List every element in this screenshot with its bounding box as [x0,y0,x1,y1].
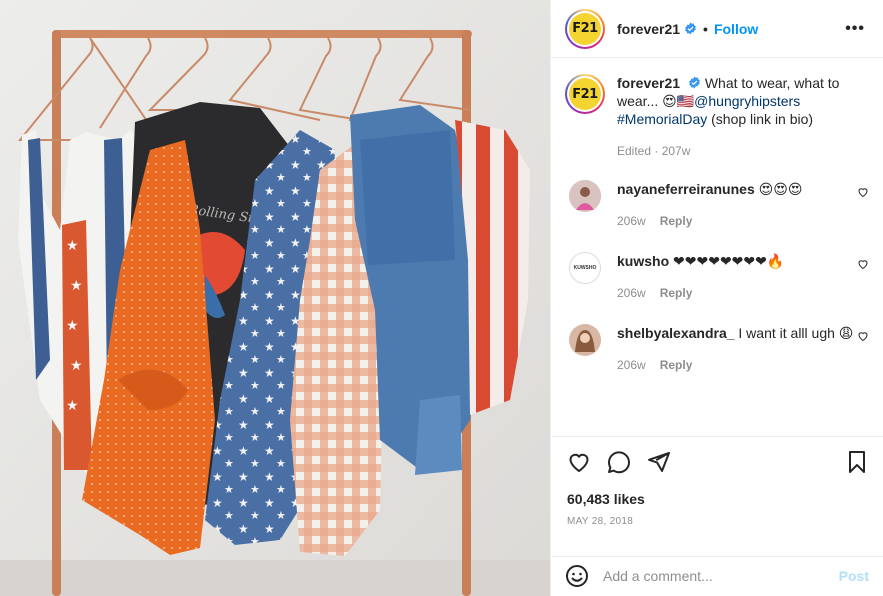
comment-composer: Post [551,556,883,596]
like-comment-heart-icon[interactable] [857,258,869,270]
follow-button[interactable]: Follow [714,21,758,37]
caption-avatar[interactable]: F21 [565,74,605,114]
comment-age[interactable]: 206w [617,214,646,228]
comment-age[interactable]: 206w [617,358,646,372]
like-heart-icon[interactable] [567,450,591,474]
svg-text:★: ★ [66,398,79,414]
reply-button[interactable]: Reply [660,358,693,372]
caption-edited-meta: Edited · 207w [617,144,691,158]
reply-button[interactable]: Reply [660,286,693,300]
post-side-panel: F21 forever21 • Follow ••• F21 forever21 [550,0,883,596]
avatar-logo-text: F21 [572,21,598,36]
caption-emojis: 😍🇺🇸 [662,93,695,109]
caption-hashtag-link[interactable]: #MemorialDay [617,111,707,127]
post-caption: F21 forever21 What to wear, what to wear… [551,58,883,160]
caption-text-after: (shop link in bio) [711,111,814,127]
action-bar [567,450,869,476]
actions-divider [551,436,883,437]
caption-mention-link[interactable]: @hungryhipsters [694,93,800,109]
like-comment-heart-icon[interactable] [857,186,869,198]
svg-text:★: ★ [70,358,83,374]
commenter-avatar[interactable] [569,324,601,356]
clothing-rack-photo: ★ ★ ★ ★ ★ The Rolling Stones [0,0,550,596]
post-image[interactable]: ★ ★ ★ ★ ★ The Rolling Stones [0,0,550,596]
verified-badge-icon [685,22,696,35]
caption-text-block: forever21 What to wear, what to wear... … [617,74,867,160]
like-comment-heart-icon[interactable] [857,330,869,342]
svg-text:★: ★ [66,318,79,334]
commenter-avatar[interactable]: KUWSHO [569,252,601,284]
reply-button[interactable]: Reply [660,214,693,228]
caption-username[interactable]: forever21 [617,75,680,91]
header-username[interactable]: forever21 [617,21,680,37]
save-bookmark-icon[interactable] [845,450,869,474]
caption-avatar-logo-text: F21 [572,86,598,102]
comment-item: shelbyalexandra_ I want it alll ugh 😩 20… [551,324,883,374]
comment-username[interactable]: nayaneferreiranunes [617,181,755,197]
post-comment-button[interactable]: Post [839,568,869,584]
comment-text: I want it alll ugh 😩 [738,325,854,341]
post-dialog: ★ ★ ★ ★ ★ The Rolling Stones F21 forever… [0,0,883,596]
likes-count[interactable]: 60,483 likes [567,491,645,507]
profile-avatar[interactable]: F21 [565,8,605,49]
comment-item: nayaneferreiranunes 😍😍😍 206w Reply [551,180,883,230]
comment-bubble-icon[interactable] [607,450,631,474]
avatar-person-icon [569,324,601,356]
header-separator: • [703,20,708,37]
add-comment-input[interactable] [603,568,823,584]
svg-text:★: ★ [70,278,83,294]
emoji-smiley-icon[interactable] [565,564,589,588]
comment-username[interactable]: kuwsho [617,253,669,269]
comment-item: KUWSHO kuwsho ❤❤❤❤❤❤❤❤🔥 206w Reply [551,252,883,302]
commenter-avatar[interactable] [569,180,601,212]
comment-username[interactable]: shelbyalexandra_ [617,325,735,341]
comment-text: ❤❤❤❤❤❤❤❤🔥 [673,253,785,269]
svg-text:★: ★ [66,238,79,254]
post-date[interactable]: MAY 28, 2018 [567,516,633,527]
avatar-text: KUWSHO [573,265,597,271]
post-header: F21 forever21 • Follow ••• [551,0,883,58]
more-options-icon[interactable]: ••• [845,20,865,38]
avatar-person-icon [569,180,601,212]
comment-text: 😍😍😍 [758,181,803,197]
share-paper-plane-icon[interactable] [647,450,671,474]
caption-verified-icon [689,76,700,89]
comment-age[interactable]: 206w [617,286,646,300]
